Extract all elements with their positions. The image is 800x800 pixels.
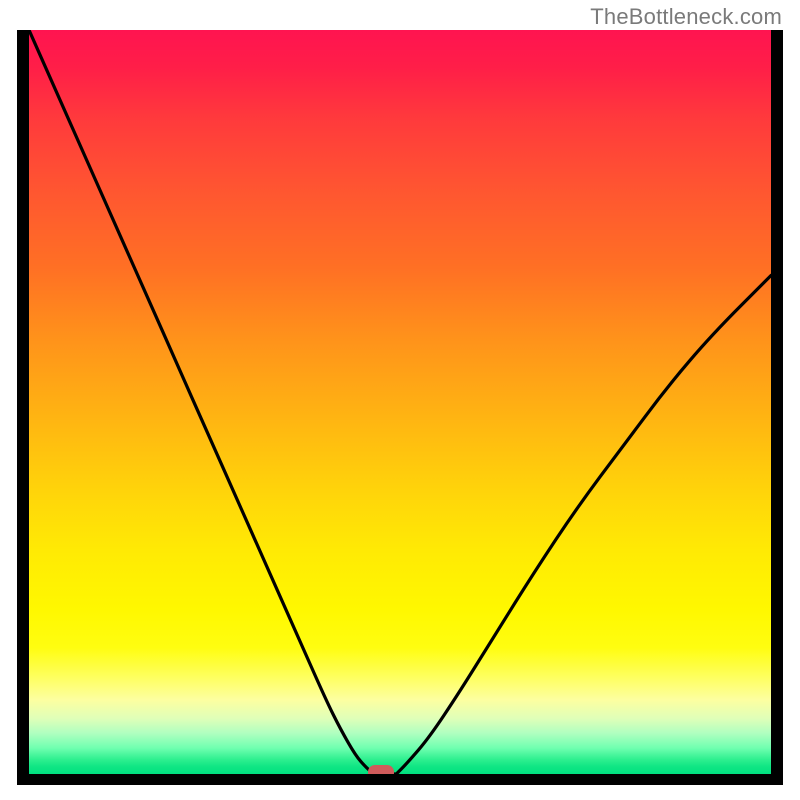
watermark-text: TheBottleneck.com	[590, 4, 782, 30]
plot-area	[29, 30, 771, 774]
optimal-point-marker	[368, 765, 394, 774]
plot-frame	[17, 30, 783, 785]
bottleneck-curve	[29, 30, 771, 774]
